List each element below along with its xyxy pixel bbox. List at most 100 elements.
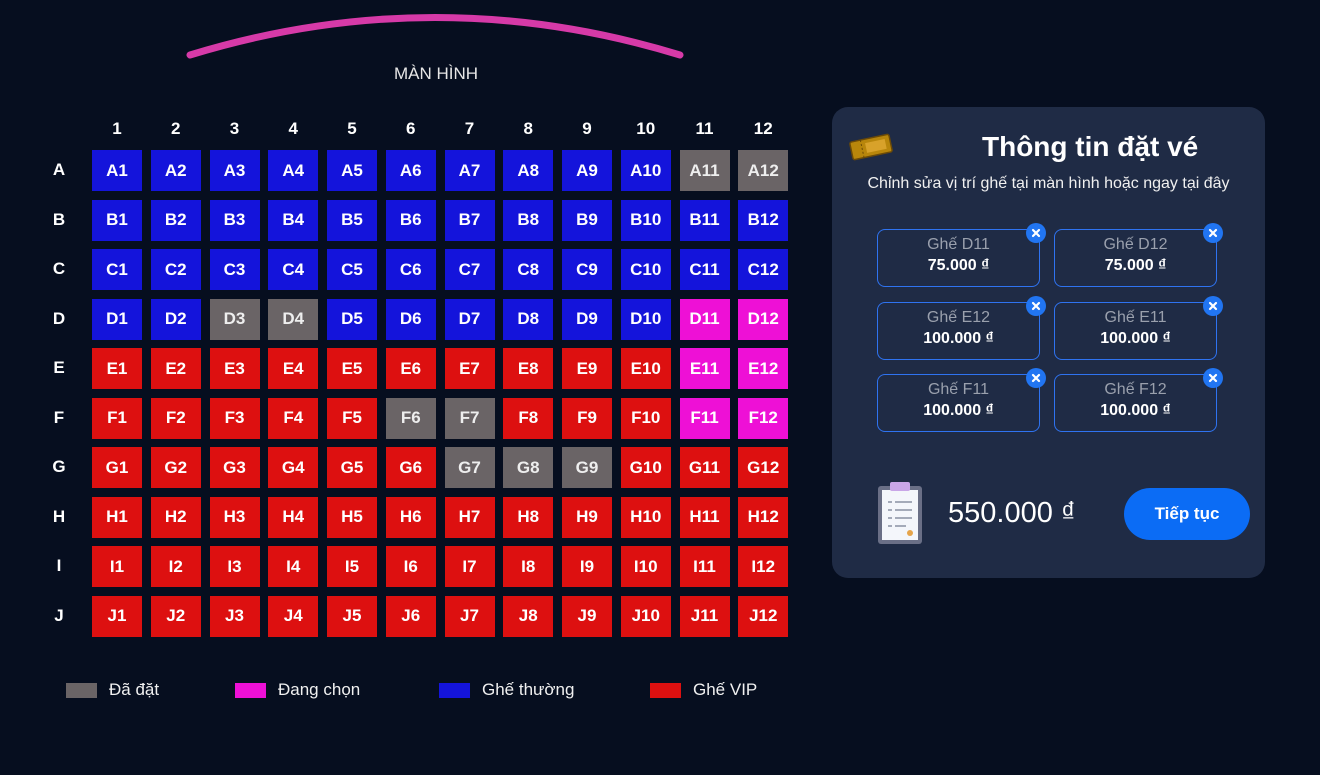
remove-seat-icon[interactable] (1026, 223, 1046, 243)
selected-seat-chip[interactable]: Ghế F12 100.000 ₫ (1054, 368, 1223, 432)
seat-C12[interactable]: C12 (738, 249, 789, 290)
seat-B2[interactable]: B2 (150, 199, 201, 241)
seat-D9[interactable]: D9 (562, 298, 612, 340)
seat-J3[interactable]: J3 (209, 595, 260, 637)
seat-E9[interactable]: E9 (562, 348, 612, 389)
seat-F1[interactable]: F1 (92, 397, 142, 439)
seat-H4[interactable]: H4 (268, 496, 319, 538)
seat-E1[interactable]: E1 (92, 348, 142, 389)
seat-F3[interactable]: F3 (209, 397, 260, 439)
seat-H11[interactable]: H11 (679, 496, 730, 538)
seat-D2[interactable]: D2 (150, 298, 201, 340)
seat-A7[interactable]: A7 (444, 150, 495, 191)
seat-J7[interactable]: J7 (444, 595, 495, 637)
seat-B3[interactable]: B3 (209, 199, 260, 241)
seat-B10[interactable]: B10 (620, 199, 671, 241)
seat-D5[interactable]: D5 (327, 298, 377, 340)
seat-C5[interactable]: C5 (327, 249, 377, 290)
seat-G11[interactable]: G11 (679, 447, 730, 488)
seat-G6[interactable]: G6 (385, 447, 436, 488)
seat-B7[interactable]: B7 (444, 199, 495, 241)
seat-J9[interactable]: J9 (562, 595, 612, 637)
seat-E2[interactable]: E2 (150, 348, 201, 389)
seat-C8[interactable]: C8 (503, 249, 554, 290)
remove-seat-icon[interactable] (1026, 295, 1046, 316)
selected-seat-chip[interactable]: Ghế E12 100.000 ₫ (877, 295, 1046, 360)
seat-F2[interactable]: F2 (150, 397, 201, 439)
seat-H9[interactable]: H9 (562, 496, 612, 538)
seat-C4[interactable]: C4 (268, 249, 319, 290)
seat-A10[interactable]: A10 (620, 150, 671, 191)
seat-G3[interactable]: G3 (209, 447, 260, 488)
seat-A1[interactable]: A1 (92, 150, 142, 191)
seat-J2[interactable]: J2 (150, 595, 201, 637)
selected-seat-chip[interactable]: Ghế F11 100.000 ₫ (877, 368, 1046, 432)
seat-D6[interactable]: D6 (385, 298, 436, 340)
seat-E11[interactable]: E11 (679, 348, 730, 389)
seat-C6[interactable]: C6 (385, 249, 436, 290)
remove-seat-icon[interactable] (1203, 295, 1223, 316)
seat-B11[interactable]: B11 (679, 199, 730, 241)
seat-H12[interactable]: H12 (738, 496, 789, 538)
seat-G1[interactable]: G1 (92, 447, 142, 488)
seat-J12[interactable]: J12 (738, 595, 789, 637)
seat-C1[interactable]: C1 (92, 249, 142, 290)
seat-G2[interactable]: G2 (150, 447, 201, 488)
seat-C2[interactable]: C2 (150, 249, 201, 290)
seat-I1[interactable]: I1 (92, 546, 142, 587)
seat-C3[interactable]: C3 (209, 249, 260, 290)
seat-C11[interactable]: C11 (679, 249, 730, 290)
seat-J10[interactable]: J10 (620, 595, 671, 637)
seat-H2[interactable]: H2 (150, 496, 201, 538)
seat-H6[interactable]: H6 (385, 496, 436, 538)
seat-D12[interactable]: D12 (738, 298, 789, 340)
seat-F4[interactable]: F4 (268, 397, 319, 439)
seat-A4[interactable]: A4 (268, 150, 319, 191)
seat-J1[interactable]: J1 (92, 595, 142, 637)
seat-A5[interactable]: A5 (327, 150, 377, 191)
seat-C9[interactable]: C9 (562, 249, 612, 290)
seat-D11[interactable]: D11 (679, 298, 730, 340)
seat-B6[interactable]: B6 (385, 199, 436, 241)
seat-E4[interactable]: E4 (268, 348, 319, 389)
seat-F10[interactable]: F10 (620, 397, 671, 439)
seat-D7[interactable]: D7 (444, 298, 495, 340)
seat-D8[interactable]: D8 (503, 298, 554, 340)
seat-C7[interactable]: C7 (444, 249, 495, 290)
seat-E8[interactable]: E8 (503, 348, 554, 389)
seat-E5[interactable]: E5 (327, 348, 377, 389)
seat-F9[interactable]: F9 (562, 397, 612, 439)
seat-E7[interactable]: E7 (444, 348, 495, 389)
seat-I10[interactable]: I10 (620, 546, 671, 587)
seat-B9[interactable]: B9 (562, 199, 612, 241)
seat-I6[interactable]: I6 (385, 546, 436, 587)
seat-F8[interactable]: F8 (503, 397, 554, 439)
seat-F12[interactable]: F12 (738, 397, 789, 439)
remove-seat-icon[interactable] (1203, 223, 1223, 243)
seat-H10[interactable]: H10 (620, 496, 671, 538)
seat-G5[interactable]: G5 (327, 447, 377, 488)
seat-H7[interactable]: H7 (444, 496, 495, 538)
seat-I3[interactable]: I3 (209, 546, 260, 587)
seat-I9[interactable]: I9 (562, 546, 612, 587)
seat-J5[interactable]: J5 (327, 595, 377, 637)
seat-F11[interactable]: F11 (679, 397, 730, 439)
selected-seat-chip[interactable]: Ghế D12 75.000 ₫ (1054, 223, 1223, 287)
seat-H3[interactable]: H3 (209, 496, 260, 538)
seat-B4[interactable]: B4 (268, 199, 319, 241)
seat-H1[interactable]: H1 (92, 496, 142, 538)
seat-E10[interactable]: E10 (620, 348, 671, 389)
seat-B5[interactable]: B5 (327, 199, 377, 241)
seat-A3[interactable]: A3 (209, 150, 260, 191)
seat-E3[interactable]: E3 (209, 348, 260, 389)
seat-A8[interactable]: A8 (503, 150, 554, 191)
seat-I8[interactable]: I8 (503, 546, 554, 587)
seat-J8[interactable]: J8 (503, 595, 554, 637)
seat-G12[interactable]: G12 (738, 447, 789, 488)
seat-I11[interactable]: I11 (679, 546, 730, 587)
seat-A6[interactable]: A6 (385, 150, 436, 191)
seat-I5[interactable]: I5 (327, 546, 377, 587)
seat-B8[interactable]: B8 (503, 199, 554, 241)
seat-J6[interactable]: J6 (385, 595, 436, 637)
seat-I4[interactable]: I4 (268, 546, 319, 587)
